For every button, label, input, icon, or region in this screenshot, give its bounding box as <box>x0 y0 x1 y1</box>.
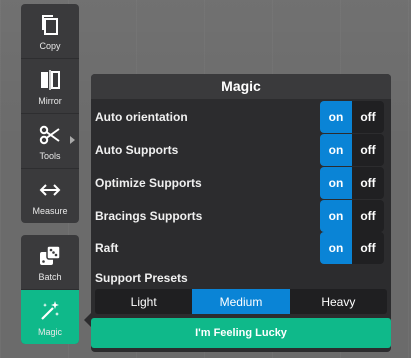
toggle-label: Auto Supports <box>95 143 179 157</box>
support-presets-label: Support Presets <box>95 271 188 285</box>
mirror-button[interactable]: Mirror <box>21 59 79 114</box>
auto-orientation-toggle: on off <box>320 101 384 133</box>
toggle-off-button[interactable]: off <box>352 232 384 264</box>
toggle-off-button[interactable]: off <box>352 101 384 133</box>
bracings-supports-toggle: on off <box>320 200 384 232</box>
feeling-lucky-button[interactable]: I'm Feeling Lucky <box>91 318 391 348</box>
tools-button[interactable]: Tools <box>21 114 79 169</box>
toggle-off-button[interactable]: off <box>352 134 384 166</box>
toggle-on-button[interactable]: on <box>320 134 352 166</box>
dice-icon <box>37 243 63 269</box>
panel-title: Magic <box>91 74 391 99</box>
toggle-on-button[interactable]: on <box>320 167 352 199</box>
support-presets-selector: Light Medium Heavy <box>95 289 387 314</box>
toolbar-group-edit: Copy Mirror Tools Measure <box>21 4 79 223</box>
toggle-label: Auto orientation <box>95 110 188 124</box>
toggle-off-button[interactable]: off <box>352 200 384 232</box>
copy-button[interactable]: Copy <box>21 4 79 59</box>
raft-toggle: on off <box>320 232 384 264</box>
toggle-row-auto-orientation: Auto orientation on off <box>91 101 391 133</box>
copy-icon <box>37 12 63 38</box>
preset-light-option[interactable]: Light <box>95 289 192 314</box>
mirror-label: Mirror <box>38 95 62 106</box>
optimize-supports-toggle: on off <box>320 167 384 199</box>
auto-supports-toggle: on off <box>320 134 384 166</box>
left-toolbar: Copy Mirror Tools Measure Batch Magic <box>21 4 79 344</box>
preset-medium-option[interactable]: Medium <box>192 289 290 314</box>
toggle-row-raft: Raft on off <box>91 232 391 264</box>
toggle-row-auto-supports: Auto Supports on off <box>91 134 391 166</box>
toggle-row-bracings-supports: Bracings Supports on off <box>91 200 391 232</box>
toolbar-group-auto: Batch Magic <box>21 235 79 344</box>
toggle-label: Optimize Supports <box>95 176 202 190</box>
batch-button[interactable]: Batch <box>21 235 79 290</box>
batch-label: Batch <box>38 271 62 282</box>
scissors-icon <box>37 122 63 148</box>
magic-button[interactable]: Magic <box>21 290 79 344</box>
toggle-off-button[interactable]: off <box>352 167 384 199</box>
toggle-label: Raft <box>95 241 119 255</box>
measure-label: Measure <box>32 205 68 216</box>
magic-panel: Magic Auto orientation on off Auto Suppo… <box>91 74 391 352</box>
magic-label: Magic <box>37 326 62 337</box>
panel-pointer <box>84 313 91 327</box>
toggle-row-optimize-supports: Optimize Supports on off <box>91 167 391 199</box>
copy-label: Copy <box>39 40 61 51</box>
toggle-on-button[interactable]: on <box>320 200 352 232</box>
toggle-label: Bracings Supports <box>95 209 203 223</box>
measure-button[interactable]: Measure <box>21 169 79 223</box>
measure-arrows-icon <box>37 177 63 203</box>
toggle-on-button[interactable]: on <box>320 232 352 264</box>
toggle-on-button[interactable]: on <box>320 101 352 133</box>
tools-label: Tools <box>39 150 61 161</box>
magic-wand-icon <box>37 298 63 324</box>
submenu-arrow-icon <box>70 136 75 144</box>
preset-heavy-option[interactable]: Heavy <box>290 289 387 314</box>
mirror-icon <box>37 67 63 93</box>
